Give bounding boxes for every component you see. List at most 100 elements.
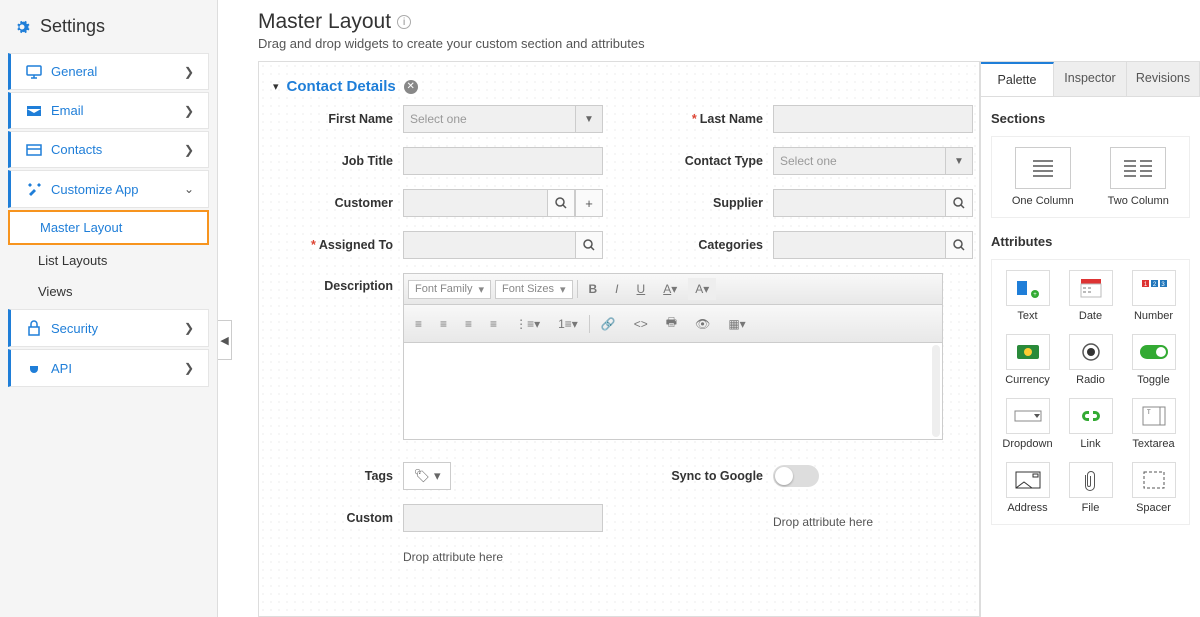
sidebar-sub-master-layout[interactable]: Master Layout xyxy=(8,210,209,245)
field-contact-type[interactable]: Select one ▼ xyxy=(773,147,973,175)
dropdown-icon xyxy=(1006,398,1050,434)
card-icon xyxy=(25,144,43,156)
highlight-icon[interactable]: A▾ xyxy=(688,278,716,300)
table-icon[interactable]: ▦▾ xyxy=(721,313,752,335)
attr-toggle[interactable]: Toggle xyxy=(1128,334,1179,386)
info-icon[interactable]: i xyxy=(397,15,411,29)
close-icon[interactable]: ✕ xyxy=(404,80,418,94)
align-right-icon[interactable]: ≡ xyxy=(458,313,479,335)
label-categories: Categories xyxy=(653,238,763,252)
field-custom[interactable] xyxy=(403,504,603,532)
search-icon[interactable] xyxy=(945,231,973,259)
field-categories[interactable] xyxy=(773,231,973,259)
field-first-name[interactable]: Select one ▼ xyxy=(403,105,603,133)
number-icon: 123 xyxy=(1132,270,1176,306)
print-icon[interactable]: 🖶 xyxy=(659,309,684,338)
field-job-title[interactable] xyxy=(403,147,603,175)
radio-icon xyxy=(1069,334,1113,370)
align-justify-icon[interactable]: ≡ xyxy=(483,313,504,335)
attr-number[interactable]: 123Number xyxy=(1128,270,1179,322)
italic-icon[interactable]: I xyxy=(608,278,625,300)
gear-icon xyxy=(12,17,32,37)
sidebar-item-api[interactable]: API ❯ xyxy=(8,349,209,387)
label-first-name: First Name xyxy=(283,112,393,126)
field-tags[interactable]: 🏷▾ xyxy=(403,462,451,490)
sidebar-item-email[interactable]: Email ❯ xyxy=(8,92,209,129)
sidebar-item-customize-app[interactable]: Customize App ⌄ xyxy=(8,170,209,208)
drop-zone[interactable]: Drop attribute here xyxy=(393,550,965,564)
attr-dropdown[interactable]: Dropdown xyxy=(1002,398,1053,450)
attr-currency[interactable]: Currency xyxy=(1002,334,1053,386)
link-icon xyxy=(1069,398,1113,434)
attr-date[interactable]: Date xyxy=(1065,270,1116,322)
bullet-list-icon[interactable]: ⋮≡▾ xyxy=(508,313,547,335)
dropdown-arrow-icon[interactable]: ▼ xyxy=(575,105,603,133)
chevron-right-icon: ❯ xyxy=(184,104,194,118)
tools-icon xyxy=(25,181,43,197)
rte-editor-area[interactable] xyxy=(404,343,942,439)
field-sync-toggle[interactable] xyxy=(773,465,819,487)
field-assigned-to[interactable] xyxy=(403,231,603,259)
align-left-icon[interactable]: ≡ xyxy=(408,313,429,335)
attr-textarea[interactable]: TTextarea xyxy=(1128,398,1179,450)
attr-link[interactable]: Link xyxy=(1065,398,1116,450)
attr-address[interactable]: Address xyxy=(1002,462,1053,514)
label-contact-type: Contact Type xyxy=(653,154,763,168)
align-center-icon[interactable]: ≡ xyxy=(433,313,454,335)
attr-spacer[interactable]: Spacer xyxy=(1128,462,1179,514)
toggle-icon xyxy=(1132,334,1176,370)
label-sync: Sync to Google xyxy=(653,469,763,483)
tab-inspector[interactable]: Inspector xyxy=(1054,62,1127,96)
text-icon: + xyxy=(1006,270,1050,306)
spacer-icon xyxy=(1132,462,1176,498)
address-icon xyxy=(1006,462,1050,498)
search-icon[interactable] xyxy=(575,231,603,259)
tab-palette[interactable]: Palette xyxy=(981,62,1054,96)
field-customer[interactable]: + xyxy=(403,189,603,217)
tab-revisions[interactable]: Revisions xyxy=(1127,62,1200,96)
rte-font-sizes[interactable]: Font Sizes▾ xyxy=(495,280,573,299)
section-one-column[interactable]: One Column xyxy=(1002,147,1084,207)
code-icon[interactable]: <> xyxy=(627,313,655,335)
svg-text:+: + xyxy=(1033,292,1037,298)
section-two-column[interactable]: Two Column xyxy=(1098,147,1180,207)
rte-font-family[interactable]: Font Family▾ xyxy=(408,280,491,299)
sidebar-item-security[interactable]: Security ❯ xyxy=(8,309,209,347)
drop-zone[interactable]: Drop attribute here xyxy=(773,515,973,529)
preview-icon[interactable]: 👁 xyxy=(688,313,717,335)
sidebar-item-general[interactable]: General ❯ xyxy=(8,53,209,90)
section-header[interactable]: ▾ Contact Details ✕ xyxy=(273,76,965,105)
attr-file[interactable]: File xyxy=(1065,462,1116,514)
sidebar-sub-list-layouts[interactable]: List Layouts xyxy=(8,245,209,276)
sidebar-item-contacts[interactable]: Contacts ❯ xyxy=(8,131,209,168)
layout-canvas[interactable]: ▾ Contact Details ✕ First Name Select on… xyxy=(258,61,980,617)
plug-icon xyxy=(25,360,43,376)
sidebar-sub-views[interactable]: Views xyxy=(8,276,209,307)
form-grid: First Name Select one ▼ *Last Name Job T… xyxy=(273,105,965,259)
attr-radio[interactable]: Radio xyxy=(1065,334,1116,386)
page-subtitle: Drag and drop widgets to create your cus… xyxy=(258,36,1200,51)
field-last-name[interactable] xyxy=(773,105,973,133)
date-icon xyxy=(1069,270,1113,306)
label-tags: Tags xyxy=(283,469,393,483)
search-icon[interactable] xyxy=(547,189,575,217)
number-list-icon[interactable]: 1≡▾ xyxy=(551,313,585,335)
underline-icon[interactable]: U xyxy=(630,278,653,300)
dropdown-arrow-icon[interactable]: ▼ xyxy=(945,147,973,175)
label-job-title: Job Title xyxy=(283,154,393,168)
search-icon[interactable] xyxy=(945,189,973,217)
rte-toolbar-2: ≡ ≡ ≡ ≡ ⋮≡▾ 1≡▾ 🔗 <> 🖶 👁 ▦▾ xyxy=(404,305,942,343)
textarea-icon: T xyxy=(1132,398,1176,434)
bold-icon[interactable]: B xyxy=(582,278,605,300)
label-last-name: *Last Name xyxy=(653,112,763,126)
attr-text[interactable]: +Text xyxy=(1002,270,1053,322)
plus-icon[interactable]: + xyxy=(575,189,603,217)
link-icon[interactable]: 🔗 xyxy=(594,313,623,335)
chevron-down-icon: ▾ xyxy=(273,80,279,93)
main-content: Master Layout i Drag and drop widgets to… xyxy=(218,0,1200,617)
sidebar-collapse-handle[interactable]: ◀ xyxy=(218,320,232,360)
text-color-icon[interactable]: A▾ xyxy=(656,278,684,300)
field-description[interactable]: Font Family▾ Font Sizes▾ B I U A▾ A▾ ≡ ≡ xyxy=(403,273,943,440)
sections-heading: Sections xyxy=(991,111,1190,126)
field-supplier[interactable] xyxy=(773,189,973,217)
